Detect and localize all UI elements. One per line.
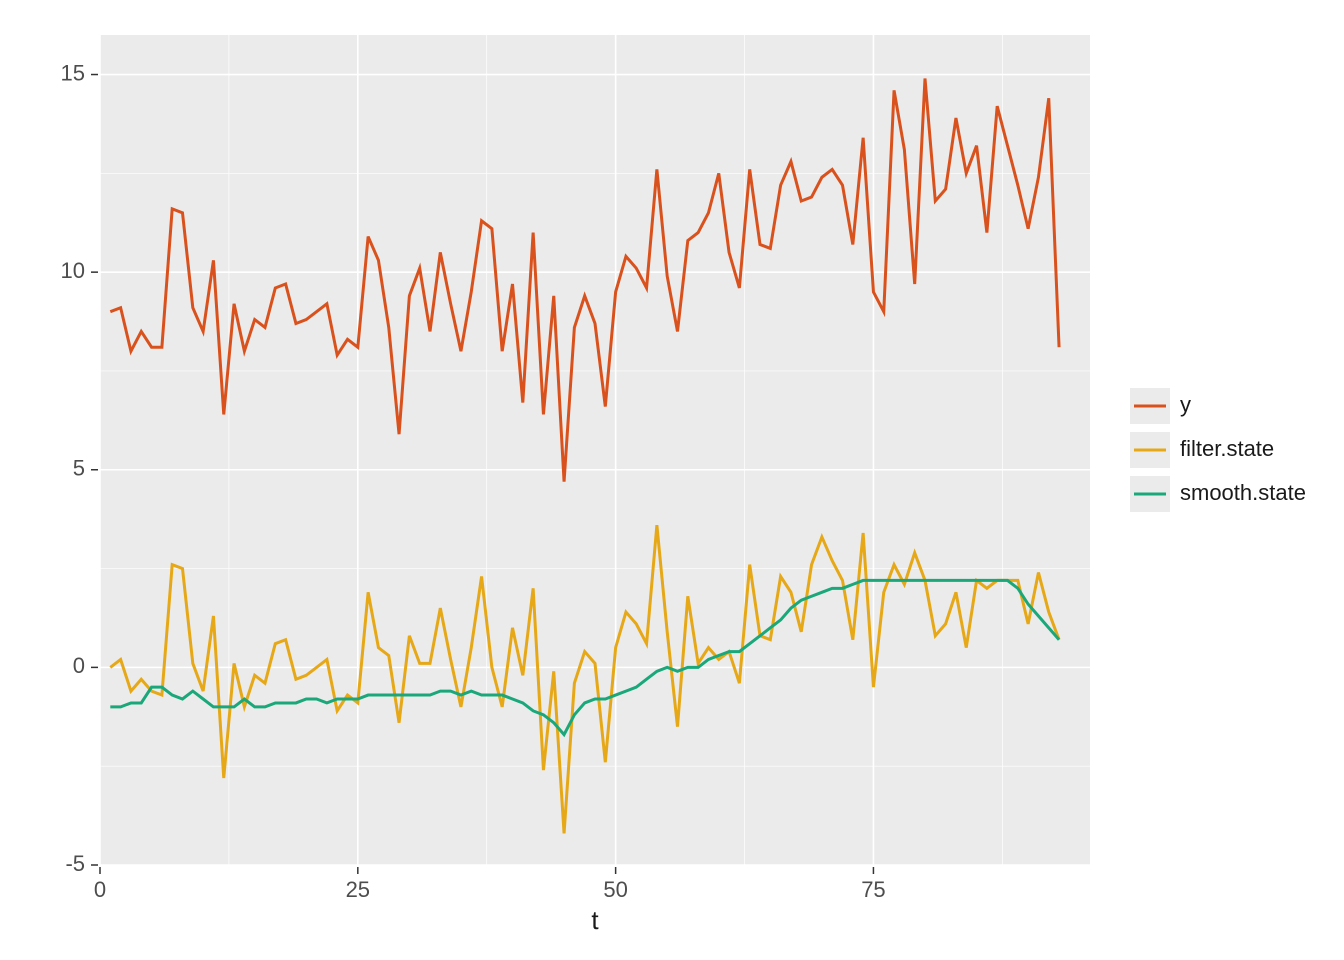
legend-label: smooth.state	[1180, 480, 1306, 505]
y-tick-label: 15	[61, 60, 85, 85]
x-tick-label: 75	[861, 877, 885, 902]
line-chart: 0 25 50 75 -5 0 5 10 15 t y filter.state smooth.s…	[0, 0, 1344, 960]
legend-item: smooth.state	[1130, 476, 1306, 512]
legend-item: y	[1130, 388, 1191, 424]
legend-label: filter.state	[1180, 436, 1274, 461]
x-tick-label: 0	[94, 877, 106, 902]
plot-panel-bg	[100, 35, 1090, 865]
x-axis-title: t	[591, 905, 599, 935]
legend: y filter.state smooth.state	[1130, 388, 1306, 512]
x-tick-label: 50	[603, 877, 627, 902]
legend-label: y	[1180, 392, 1191, 417]
y-tick-label: 0	[73, 653, 85, 678]
x-tick-label: 25	[346, 877, 370, 902]
y-tick-label: -5	[65, 851, 85, 876]
y-tick-label: 10	[61, 258, 85, 283]
y-tick-label: 5	[73, 456, 85, 481]
legend-item: filter.state	[1130, 432, 1274, 468]
